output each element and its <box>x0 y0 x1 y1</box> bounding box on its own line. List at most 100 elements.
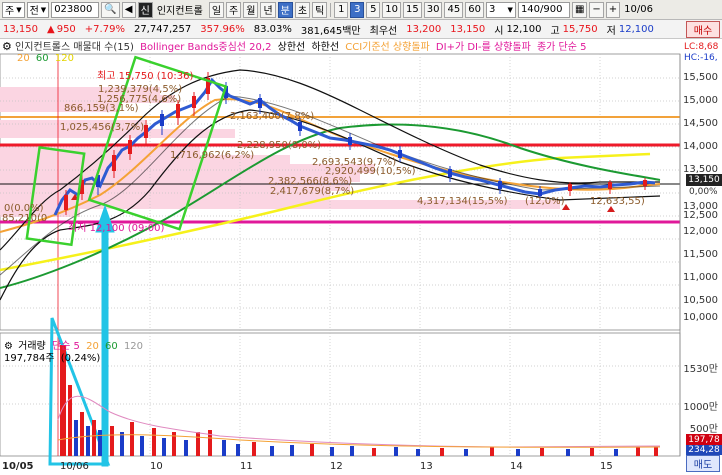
volume-tag: 197,78 <box>686 434 722 445</box>
y-axis-label: 12,500 <box>683 210 718 221</box>
legend-bollinger[interactable]: Bollinger Bands중심선 20,2 <box>140 42 271 53</box>
chevron-down-icon: ▼ <box>40 5 47 14</box>
period-label: 년 <box>263 6 273 17</box>
period-label: 분 <box>280 6 290 17</box>
zoom-in-button[interactable]: + <box>605 1 621 18</box>
legend-upper[interactable]: 상한선 <box>278 42 306 53</box>
date-display[interactable]: 10/06 <box>622 2 658 18</box>
interval-select[interactable]: 3 ▼ <box>485 1 516 18</box>
plus-icon: + <box>608 4 618 15</box>
chevron-left-icon: ◀ <box>124 4 133 15</box>
x-axis-date: 10/05 <box>2 461 34 472</box>
interval-label: 30 <box>426 4 440 15</box>
interval-45[interactable]: 45 <box>444 1 464 18</box>
interval-label: 10 <box>385 4 398 15</box>
interval-5[interactable]: 5 <box>366 1 381 18</box>
y-axis-label: 15,000 <box>683 95 718 106</box>
volume-axis-label: 1000만 <box>683 402 718 413</box>
legend-bar: 인지컨트롤스 매물대 수(15) Bollinger Bands중심선 20,2… <box>15 41 586 54</box>
toolbar-divider <box>330 2 332 17</box>
profile-label-11: 2,417,679(8,7%) <box>270 186 355 197</box>
y-axis-label: 11,000 <box>683 272 718 283</box>
x-axis-date: 11 <box>240 461 253 472</box>
interval-10[interactable]: 10 <box>382 1 401 18</box>
price-info-bar: 13,150 ▲ 950 +7.79% 27,747,257 357.96% 8… <box>0 20 722 39</box>
code-input[interactable]: 023800 <box>51 1 100 18</box>
period-label: 초 <box>297 6 308 17</box>
credit-badge: 신 <box>137 1 153 18</box>
gear-icon[interactable]: ⚙ <box>2 41 14 53</box>
zoom-out-button[interactable]: − <box>589 1 604 18</box>
current-price: 13,150 <box>3 23 38 35</box>
priority-label: 최우선 <box>369 25 398 37</box>
period-label: 월 <box>246 6 256 17</box>
period-tick[interactable]: 틱 <box>312 1 328 18</box>
toolbar: 주 ▼ 전 ▼ 023800 🔍 ◀ 신 인지컨트롤 일 주 월 년 분 초 틱 1… <box>0 0 722 20</box>
interval-60[interactable]: 60 <box>465 1 484 18</box>
volume-value-pct: (0.24%) <box>60 353 101 364</box>
interval-1[interactable]: 1 <box>334 1 349 18</box>
profile-label-5: 2,163,400(7,8%) <box>230 111 315 122</box>
y-axis-label: 15,500 <box>683 72 718 83</box>
period-label: 일 <box>211 6 222 17</box>
profile-label-7: 2,228,950(8,0%) <box>237 140 322 151</box>
legend-hc: HC:-16, <box>684 53 718 63</box>
period-label: 주 <box>229 6 239 17</box>
high-label: 고 <box>550 25 560 37</box>
search-icon: 🔍 <box>104 4 117 15</box>
legend-ma120[interactable]: 120 <box>55 53 74 64</box>
x-axis-date: 10 <box>150 461 163 472</box>
legend-ma20[interactable]: 20 <box>17 53 30 64</box>
search-button[interactable]: 🔍 <box>101 1 120 18</box>
high-price: 15,750 <box>562 23 598 35</box>
interval-15[interactable]: 15 <box>403 1 422 18</box>
low-label: 저 <box>606 25 616 37</box>
low-price: 12,100 <box>618 23 654 35</box>
bid-price: 13,150 <box>450 23 486 35</box>
interval-label: 3 <box>354 4 361 15</box>
period-second[interactable]: 초 <box>294 1 311 18</box>
period-year[interactable]: 년 <box>260 1 276 18</box>
chevron-down-icon: ▼ <box>507 5 513 14</box>
volume-value: 197,784주 (0.24%) <box>4 349 100 364</box>
open-label: 시 <box>494 25 504 37</box>
x-axis-date: 12 <box>330 461 343 472</box>
code-value: 023800 <box>54 4 93 15</box>
profile-label-start2: 85,210(0 <box>2 213 48 224</box>
market-select[interactable]: 주 ▼ <box>2 1 25 18</box>
profile-label-14: 12,633,55) <box>590 196 645 207</box>
current-price-tag: 13,150 <box>686 174 722 186</box>
legend-di[interactable]: DI+가 DI-를 상향돌파 <box>436 42 531 53</box>
period-month[interactable]: 월 <box>243 1 259 18</box>
interval-30[interactable]: 30 <box>423 1 443 18</box>
period-minute[interactable]: 분 <box>277 1 293 18</box>
legend-lower[interactable]: 하한선 <box>311 42 339 53</box>
stock-name-label: 인지컨트롤 <box>156 6 203 17</box>
prev-button[interactable]: ◀ <box>121 1 136 18</box>
volume-legend-ma60[interactable]: 60 <box>105 341 118 352</box>
sell-button[interactable]: 매도 <box>686 455 720 472</box>
legend-close-ma[interactable]: 종가 단순 5 <box>537 42 587 53</box>
buy-button[interactable]: 매수 <box>686 21 720 38</box>
low-annotation: 최저 12,100 (09:00) <box>68 223 165 234</box>
period-week[interactable]: 주 <box>226 1 242 18</box>
legend-ma60[interactable]: 60 <box>36 53 49 64</box>
profile-label-4: 1,025,456(3,7%) <box>60 122 145 133</box>
period-day[interactable]: 일 <box>208 1 225 18</box>
legend-ma-row: 20 60 120 <box>17 53 74 65</box>
interval-label: 45 <box>447 4 461 15</box>
interval-3[interactable]: 3 <box>350 1 365 18</box>
volume-legend-ma120[interactable]: 120 <box>124 341 143 352</box>
count-input[interactable]: 140/900 <box>517 1 570 18</box>
x-axis-date: 15 <box>600 461 613 472</box>
high-annotation: 최고 15,750 (10:36) <box>97 71 194 82</box>
volume-axis-label: 500만 <box>689 424 718 435</box>
ask-price: 13,200 <box>406 23 442 35</box>
volume: 27,747,257 <box>133 23 192 35</box>
market-value: 주 <box>5 6 15 17</box>
market-option-select[interactable]: 전 ▼ <box>26 1 50 18</box>
count-value: 140/900 <box>520 4 563 15</box>
legend-volume-profile[interactable]: 인지컨트롤스 매물대 수(15) <box>15 42 134 53</box>
legend-cci[interactable]: CCI기준선 상향돌파 <box>345 42 430 53</box>
view-toggle-button[interactable]: ▦ <box>571 1 588 18</box>
